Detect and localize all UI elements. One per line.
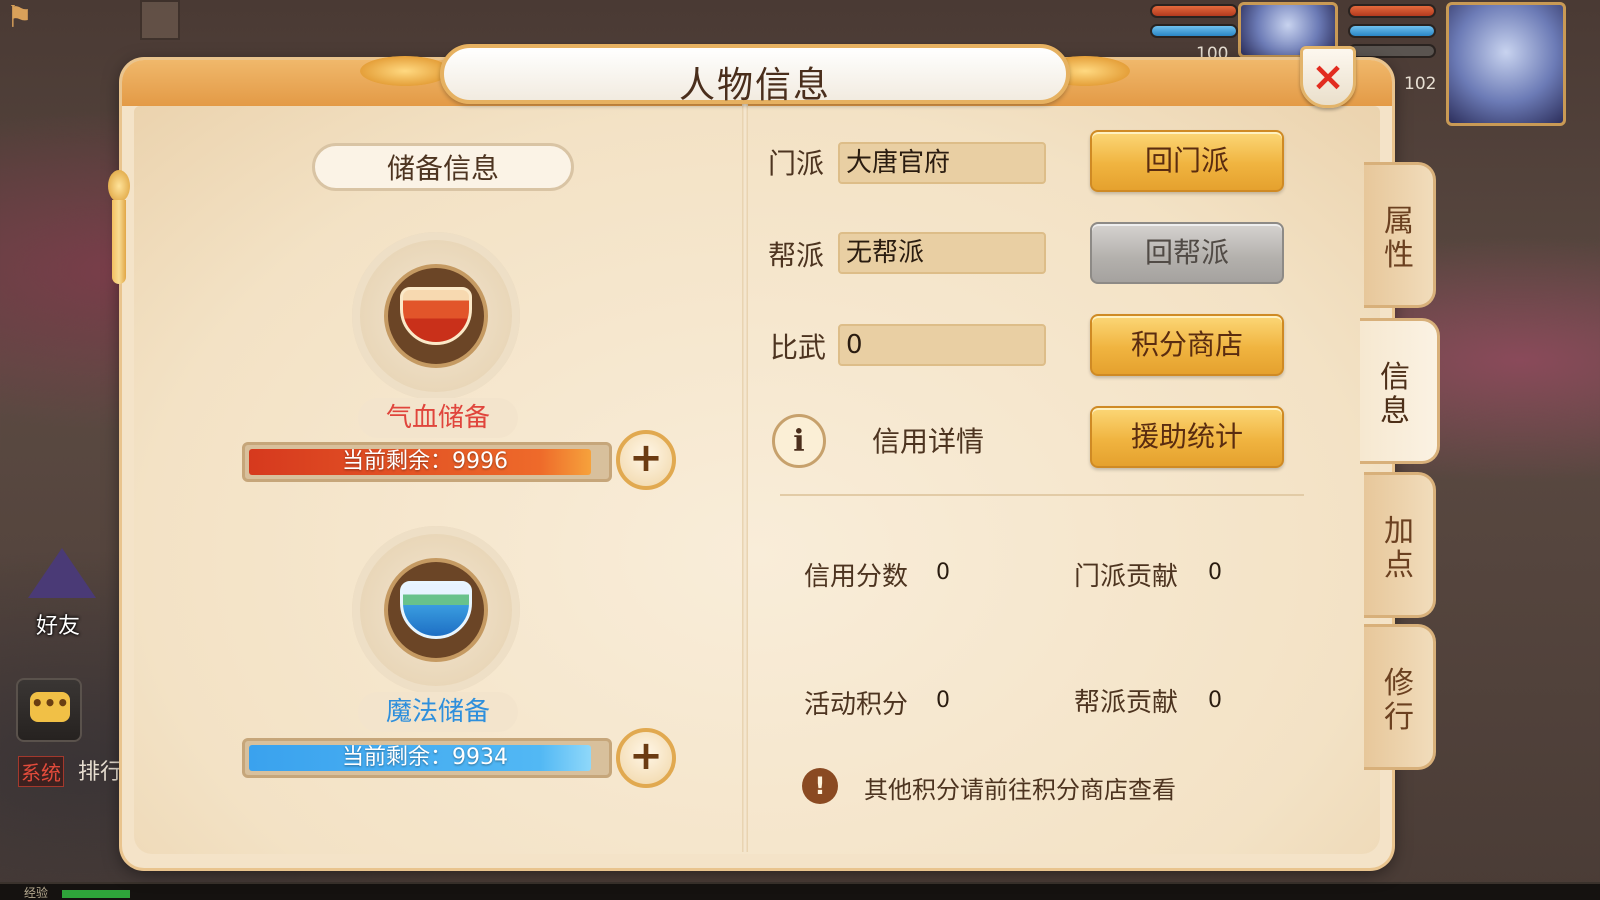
page-title: 人物信息 — [678, 65, 831, 106]
info-icon[interactable]: i — [772, 414, 826, 468]
experience-fill — [62, 890, 130, 898]
friend-button[interactable]: 好友 — [18, 548, 104, 644]
guild-value: 无帮派 — [838, 232, 1046, 274]
activity-points-value: 0 — [936, 688, 950, 713]
assist-stats-button[interactable]: 援助统计 — [1090, 406, 1284, 468]
guild-label: 帮派 — [768, 239, 825, 272]
experience-label: 经验 — [24, 886, 49, 900]
player-exp-bar — [1348, 44, 1436, 58]
friend-label: 好友 — [36, 614, 81, 639]
sect-contribution-label: 门派贡献 — [1074, 562, 1179, 592]
notice-text: 其他积分请前往积分商店查看 — [864, 776, 1176, 804]
credit-score-value: 0 — [936, 560, 950, 585]
tab-label: 修行 — [1384, 666, 1414, 735]
pet-hp-bar — [1150, 4, 1238, 18]
close-button[interactable]: × — [1300, 46, 1356, 108]
tab-cultivation[interactable]: 修行 — [1364, 624, 1436, 770]
activity-points-label: 活动积分 — [804, 690, 909, 720]
arena-label: 比武 — [770, 331, 827, 364]
hp-reserve-add-button[interactable]: + — [616, 430, 676, 490]
arena-value: 0 — [838, 324, 1046, 366]
system-channel-tag: 系统 — [18, 756, 64, 787]
return-guild-button[interactable]: 回帮派 — [1090, 222, 1284, 284]
tab-label: 信息 — [1380, 360, 1410, 429]
hp-reserve-remaining: 当前剩余：9996 — [342, 449, 508, 474]
player-hp-bar — [1348, 4, 1436, 18]
return-sect-button[interactable]: 回门派 — [1090, 130, 1284, 192]
reserve-section-title: 储备信息 — [312, 143, 574, 191]
mp-reserve-add-button[interactable]: + — [616, 728, 676, 788]
points-shop-button[interactable]: 积分商店 — [1090, 314, 1284, 376]
hp-reserve-bar: 当前剩余：9996 — [242, 442, 612, 482]
experience-bar: 经验 — [0, 882, 1600, 900]
sect-label: 门派 — [768, 147, 825, 180]
mp-reserve-medallion — [352, 526, 520, 694]
player-level: 102 — [1404, 74, 1437, 94]
tab-label: 属性 — [1384, 204, 1414, 273]
credit-score-label: 信用分数 — [804, 562, 909, 592]
sect-value: 大唐官府 — [838, 142, 1046, 184]
chat-bubble-icon: ••• — [30, 692, 70, 722]
mp-reserve-label: 魔法储备 — [358, 692, 518, 732]
stats-divider — [780, 494, 1304, 496]
player-avatar[interactable] — [1446, 2, 1566, 126]
tab-info[interactable]: 信息 — [1360, 318, 1440, 464]
tassel-ornament — [104, 100, 130, 284]
hp-reserve-label: 气血储备 — [358, 398, 518, 438]
credit-details-link[interactable]: 信用详情 — [872, 420, 984, 460]
friend-hat-icon — [28, 548, 96, 598]
sect-contribution-value: 0 — [1208, 560, 1222, 585]
title-banner: 人物信息 — [440, 44, 1070, 106]
mp-reserve-remaining: 当前剩余：9934 — [342, 745, 508, 770]
close-icon: × — [1311, 54, 1345, 100]
exclamation-icon: ! — [802, 768, 838, 804]
tab-add-points[interactable]: 加点 — [1364, 472, 1436, 618]
plus-icon: + — [629, 733, 663, 779]
lantern-deco-icon: ⚑ — [6, 0, 33, 35]
plus-icon: + — [629, 435, 663, 481]
hp-reserve-medallion — [352, 232, 520, 400]
title-cloud-left-ornament — [360, 56, 450, 86]
panel-center-divider — [742, 104, 748, 852]
hp-soup-bowl-icon — [400, 287, 472, 345]
guild-contribution-label: 帮派贡献 — [1074, 688, 1179, 718]
tab-attributes[interactable]: 属性 — [1364, 162, 1436, 308]
player-mp-bar — [1348, 24, 1436, 38]
background-pillar — [140, 0, 180, 40]
pet-mp-bar — [1150, 24, 1238, 38]
system-message-text: 排行 — [78, 760, 123, 785]
mp-soup-bowl-icon — [400, 581, 472, 639]
chat-button[interactable]: ••• — [16, 678, 82, 742]
mp-reserve-bar: 当前剩余：9934 — [242, 738, 612, 778]
guild-contribution-value: 0 — [1208, 688, 1222, 713]
tab-label: 加点 — [1384, 514, 1414, 583]
